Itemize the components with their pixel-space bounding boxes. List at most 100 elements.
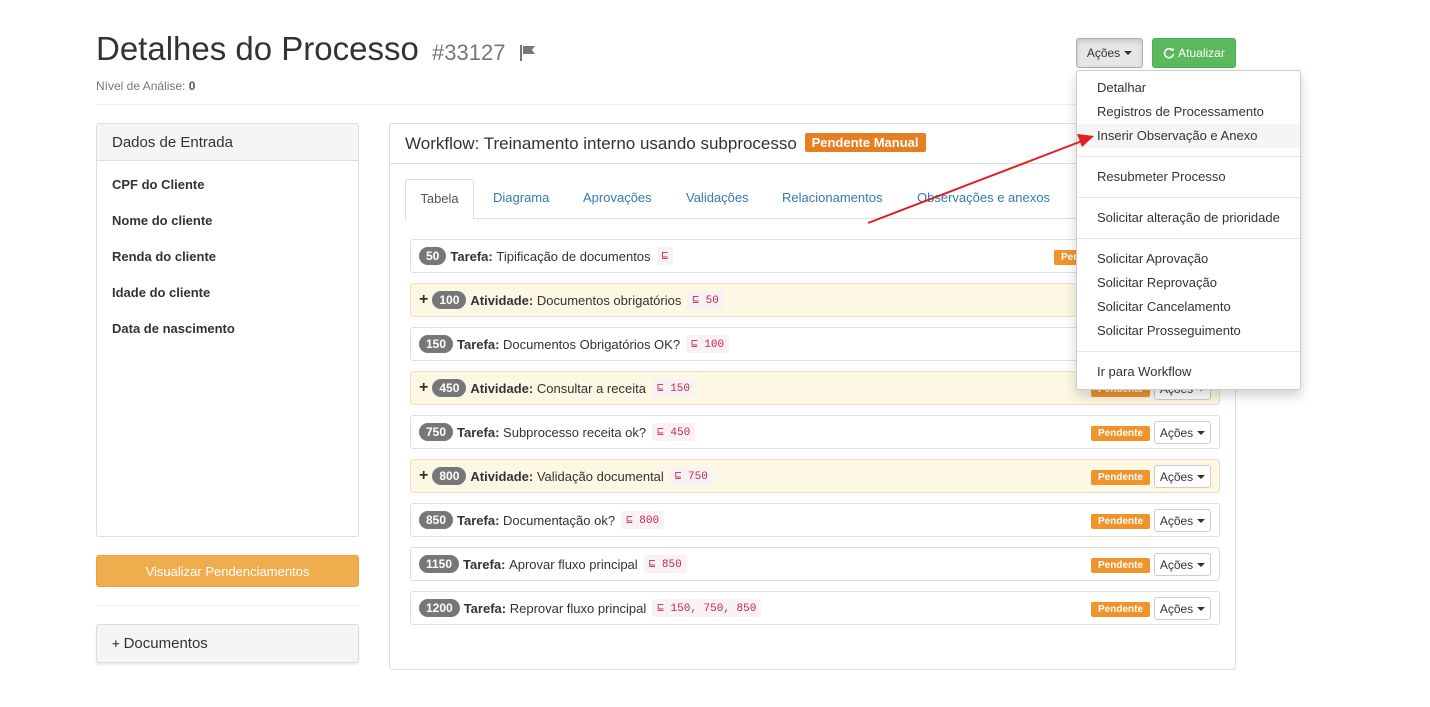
task-name: Aprovar fluxo principal bbox=[509, 556, 638, 572]
documentos-panel[interactable]: + Documentos bbox=[96, 624, 359, 663]
caret-down-icon bbox=[1197, 430, 1206, 435]
table-row[interactable]: +800 Atividade: Validação documental ⊑ 750… bbox=[410, 459, 1220, 493]
menu-item-registros[interactable]: Registros de Processamento bbox=[1077, 100, 1300, 124]
row-acoes-button[interactable]: Ações bbox=[1154, 465, 1211, 488]
menu-item-resubmeter[interactable]: Resubmeter Processo bbox=[1077, 165, 1300, 189]
analysis-value: 0 bbox=[188, 79, 196, 93]
field-idade: Idade do cliente bbox=[112, 285, 211, 300]
task-id-badge: 750 bbox=[419, 423, 454, 441]
dependency-tag: ⊑ bbox=[656, 247, 674, 265]
menu-item-ir-workflow[interactable]: Ir para Workflow bbox=[1077, 360, 1300, 384]
dependency-tag: ⊑ 800 bbox=[621, 511, 665, 529]
dependency-ids: 150 bbox=[670, 383, 691, 395]
tab-observacoes[interactable]: Observações e anexos bbox=[917, 179, 1050, 219]
task-id-badge: 150 bbox=[419, 335, 454, 353]
menu-item-solicitar-cancelamento[interactable]: Solicitar Cancelamento bbox=[1077, 295, 1300, 319]
table-row[interactable]: 750 Tarefa: Subprocesso receita ok? ⊑ 450 … bbox=[410, 415, 1220, 449]
page-title: Detalhes do Processo #33127 bbox=[96, 30, 537, 68]
tab-tabela[interactable]: Tabela bbox=[405, 179, 474, 220]
caret-down-icon bbox=[1197, 606, 1206, 611]
menu-divider bbox=[1077, 197, 1300, 198]
status-badge: Pendente bbox=[1091, 470, 1151, 485]
caret-down-icon bbox=[1197, 562, 1206, 567]
task-kind: Tarefa: bbox=[463, 600, 507, 616]
field-nome: Nome do cliente bbox=[112, 213, 213, 228]
plus-icon: + bbox=[112, 636, 120, 651]
caret-down-icon bbox=[1124, 51, 1133, 55]
dependency-tag: ⊑ 850 bbox=[643, 555, 687, 573]
task-id-badge: 800 bbox=[432, 467, 467, 485]
atualizar-button[interactable]: Atualizar bbox=[1152, 38, 1236, 68]
dependency-ids: 150, 750, 850 bbox=[670, 603, 757, 615]
refresh-icon bbox=[1163, 47, 1175, 59]
menu-item-solicitar-reprovacao[interactable]: Solicitar Reprovação bbox=[1077, 271, 1300, 295]
task-name: Documentos Obrigatórios OK? bbox=[503, 336, 681, 352]
tree-icon: ⊑ bbox=[648, 559, 656, 571]
atualizar-label: Atualizar bbox=[1178, 46, 1225, 60]
task-name: Consultar a receita bbox=[536, 380, 646, 396]
row-acoes-button[interactable]: Ações bbox=[1154, 553, 1211, 576]
dependency-tag: ⊑ 150, 750, 850 bbox=[652, 599, 762, 617]
dependency-ids: 850 bbox=[661, 559, 682, 571]
row-acoes-button[interactable]: Ações bbox=[1154, 509, 1211, 532]
task-name: Reprovar fluxo principal bbox=[509, 600, 647, 616]
task-id-badge: 100 bbox=[432, 291, 467, 309]
task-kind: Tarefa: bbox=[463, 556, 506, 572]
dependency-ids: 50 bbox=[705, 295, 719, 307]
header-divider bbox=[96, 104, 1236, 105]
acoes-dropdown-button[interactable]: Ações bbox=[1076, 38, 1143, 68]
left-divider bbox=[96, 605, 359, 606]
field-nascimento: Data de nascimento bbox=[112, 321, 235, 336]
analysis-label: Nível de Análise: bbox=[96, 79, 186, 93]
tree-icon: ⊑ bbox=[674, 471, 682, 483]
field-renda: Renda do cliente bbox=[112, 249, 217, 264]
dependency-tag: ⊑ 750 bbox=[669, 467, 713, 485]
task-kind: Tarefa: bbox=[450, 248, 493, 264]
expand-plus-icon[interactable]: + bbox=[419, 467, 428, 485]
tree-icon: ⊑ bbox=[657, 427, 664, 439]
expand-plus-icon[interactable]: + bbox=[419, 291, 428, 309]
menu-divider bbox=[1077, 351, 1300, 352]
documentos-title: Documentos bbox=[123, 635, 208, 652]
workflow-title: Workflow: Treinamento interno usando sub… bbox=[405, 134, 797, 153]
task-kind: Atividade: bbox=[470, 468, 534, 484]
tab-validacoes[interactable]: Validações bbox=[686, 179, 749, 219]
dados-entrada-panel: Dados de Entrada CPF do Cliente Nome do … bbox=[96, 123, 359, 537]
tree-icon: ⊑ bbox=[691, 339, 698, 351]
task-kind: Tarefa: bbox=[457, 512, 500, 528]
expand-plus-icon[interactable]: + bbox=[419, 379, 428, 397]
tab-relacionamentos[interactable]: Relacionamentos bbox=[782, 179, 882, 219]
menu-item-alterar-prioridade[interactable]: Solicitar alteração de prioridade bbox=[1077, 206, 1300, 230]
dependency-ids: 750 bbox=[688, 471, 708, 483]
task-id-badge: 1200 bbox=[419, 599, 460, 617]
row-acoes-label: Ações bbox=[1159, 557, 1194, 572]
flag-icon[interactable] bbox=[519, 43, 537, 65]
task-kind: Tarefa: bbox=[457, 424, 500, 440]
dependency-tag: ⊑ 150 bbox=[651, 379, 696, 397]
menu-item-inserir-observacao[interactable]: Inserir Observação e Anexo bbox=[1077, 124, 1300, 148]
row-acoes-button[interactable]: Ações bbox=[1154, 421, 1211, 444]
tree-icon: ⊑ bbox=[656, 383, 664, 395]
row-acoes-label: Ações bbox=[1159, 425, 1194, 440]
tree-icon: ⊑ bbox=[692, 295, 699, 307]
menu-item-solicitar-aprovacao[interactable]: Solicitar Aprovação bbox=[1077, 247, 1300, 271]
row-acoes-button[interactable]: Ações bbox=[1154, 597, 1211, 620]
dependency-ids: 800 bbox=[639, 515, 660, 527]
table-row[interactable]: 850 Tarefa: Documentação ok? ⊑ 800 Pendent… bbox=[410, 503, 1220, 537]
menu-divider bbox=[1077, 238, 1300, 239]
dependency-ids: 450 bbox=[670, 427, 691, 439]
table-row[interactable]: 1150 Tarefa: Aprovar fluxo principal ⊑ 850… bbox=[410, 547, 1220, 581]
menu-item-detalhar[interactable]: Detalhar bbox=[1077, 76, 1300, 100]
tab-aprovacoes[interactable]: Aprovações bbox=[583, 179, 652, 219]
status-badge: Pendente bbox=[1091, 514, 1151, 529]
task-kind: Atividade: bbox=[470, 380, 534, 396]
task-id-badge: 1150 bbox=[419, 555, 460, 573]
menu-item-solicitar-prosseguimento[interactable]: Solicitar Prosseguimento bbox=[1077, 319, 1300, 343]
tab-diagrama[interactable]: Diagrama bbox=[493, 179, 549, 219]
table-row[interactable]: 1200 Tarefa: Reprovar fluxo principal ⊑ 15… bbox=[410, 591, 1220, 625]
analysis-level: Nível de Análise: 0 bbox=[96, 79, 195, 93]
status-badge: Pendente bbox=[1091, 558, 1151, 573]
visualizar-pendenciamentos-button[interactable]: Visualizar Pendenciamentos bbox=[96, 555, 359, 587]
task-kind: Tarefa: bbox=[457, 336, 500, 352]
status-badge: Pendente bbox=[1091, 426, 1151, 441]
